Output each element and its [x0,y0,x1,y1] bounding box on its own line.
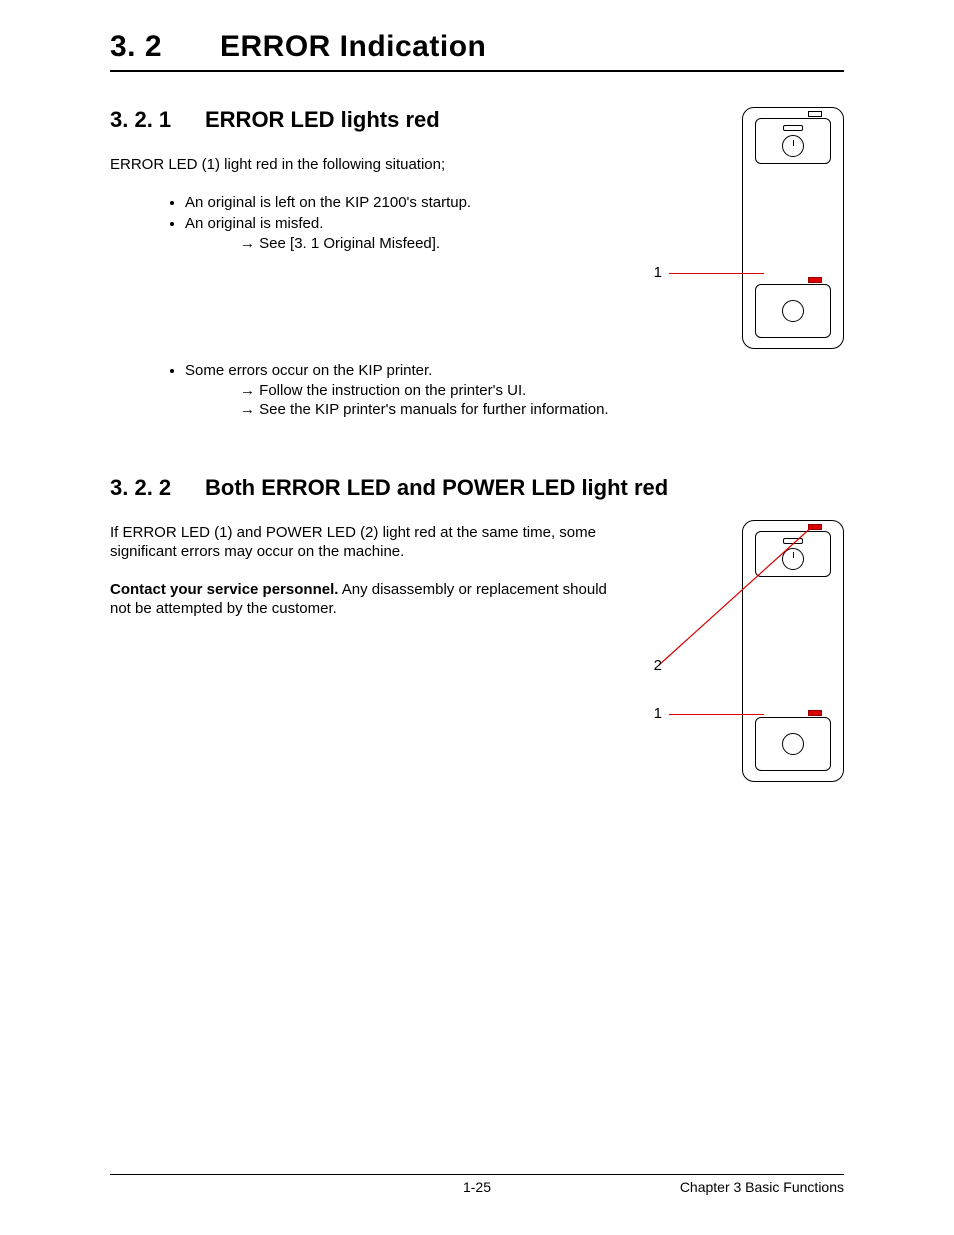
leader-line-diagonal [659,520,829,670]
panel-bottom-box [755,284,831,338]
callout-label-2: 2 [654,657,662,674]
power-led [808,111,822,117]
leader-line [669,714,764,715]
footer-rule [110,1174,844,1175]
arrow-icon: → [240,401,255,418]
subsection-title: Both ERROR LED and POWER LED light red [205,475,668,500]
subsection-body: ERROR LED (1) light red in the following… [110,155,630,420]
subsection-322: 3. 2. 2Both ERROR LED and POWER LED ligh… [110,475,844,775]
bullet-subtext: → See [3. 1 Original Misfeed]. [185,234,630,254]
stop-button-icon [782,300,804,322]
bullet-text: An original is left on the KIP 2100's st… [185,194,471,211]
bullet-item: An original is misfed. → See [3. 1 Origi… [185,214,630,253]
page: 3. 2ERROR Indication 3. 2. 1ERROR LED li… [0,0,954,1235]
footer-row: 1-25 Chapter 3 Basic Functions [110,1179,844,1195]
subsection-number: 3. 2. 1 [110,107,205,133]
bullet-subtext: → Follow the instruction on the printer'… [185,381,630,401]
subsection-321: 3. 2. 1ERROR LED lights red ERROR LED (1… [110,107,844,420]
page-footer: 1-25 Chapter 3 Basic Functions [110,1174,844,1195]
chapter-label: Chapter 3 Basic Functions [599,1179,844,1195]
subsection-title: ERROR LED lights red [205,107,440,132]
subsection-number: 3. 2. 2 [110,475,205,501]
error-led [808,710,822,716]
bullet-list: Some errors occur on the KIP printer. → … [110,361,630,420]
arrow-icon: → [240,235,255,252]
leader-line [669,273,764,274]
bullet-text: Some errors occur on the KIP printer. [185,362,432,379]
section-number: 3. 2 [110,30,220,64]
subtext: Follow the instruction on the printer's … [259,382,526,399]
subtext: See the KIP printer's manuals for furthe… [259,401,608,418]
stop-button-icon [782,733,804,755]
panel-slot [783,125,803,131]
section-heading: 3. 2ERROR Indication [110,30,844,64]
page-number: 1-25 [355,1179,600,1195]
subsection-body: If ERROR LED (1) and POWER LED (2) light… [110,523,630,619]
paragraph: If ERROR LED (1) and POWER LED (2) light… [110,523,630,562]
footer-left [110,1179,355,1195]
bullet-subtext: → See the KIP printer's manuals for furt… [185,400,630,420]
subsection-heading: 3. 2. 1ERROR LED lights red [110,107,844,133]
section-title: ERROR Indication [220,30,486,63]
error-led [808,277,822,283]
subsection-heading: 3. 2. 2Both ERROR LED and POWER LED ligh… [110,475,844,501]
heading-rule [110,70,844,72]
panel-bottom-box [755,717,831,771]
callout-label-1: 1 [654,264,662,281]
bold-text: Contact your service personnel. [110,581,338,598]
bullet-list: An original is left on the KIP 2100's st… [110,193,630,254]
power-button-icon [782,135,804,157]
panel-top-box [755,118,831,164]
arrow-icon: → [240,382,255,399]
callout-label-1: 1 [654,705,662,722]
intro-text: ERROR LED (1) light red in the following… [110,155,630,175]
paragraph: Contact your service personnel. Any disa… [110,580,630,619]
bullet-item: Some errors occur on the KIP printer. → … [185,361,630,420]
bullet-text: An original is misfed. [185,215,323,232]
subtext: See [3. 1 Original Misfeed]. [259,235,440,252]
device-panel-diagram [742,107,844,349]
bullet-item: An original is left on the KIP 2100's st… [185,193,630,213]
